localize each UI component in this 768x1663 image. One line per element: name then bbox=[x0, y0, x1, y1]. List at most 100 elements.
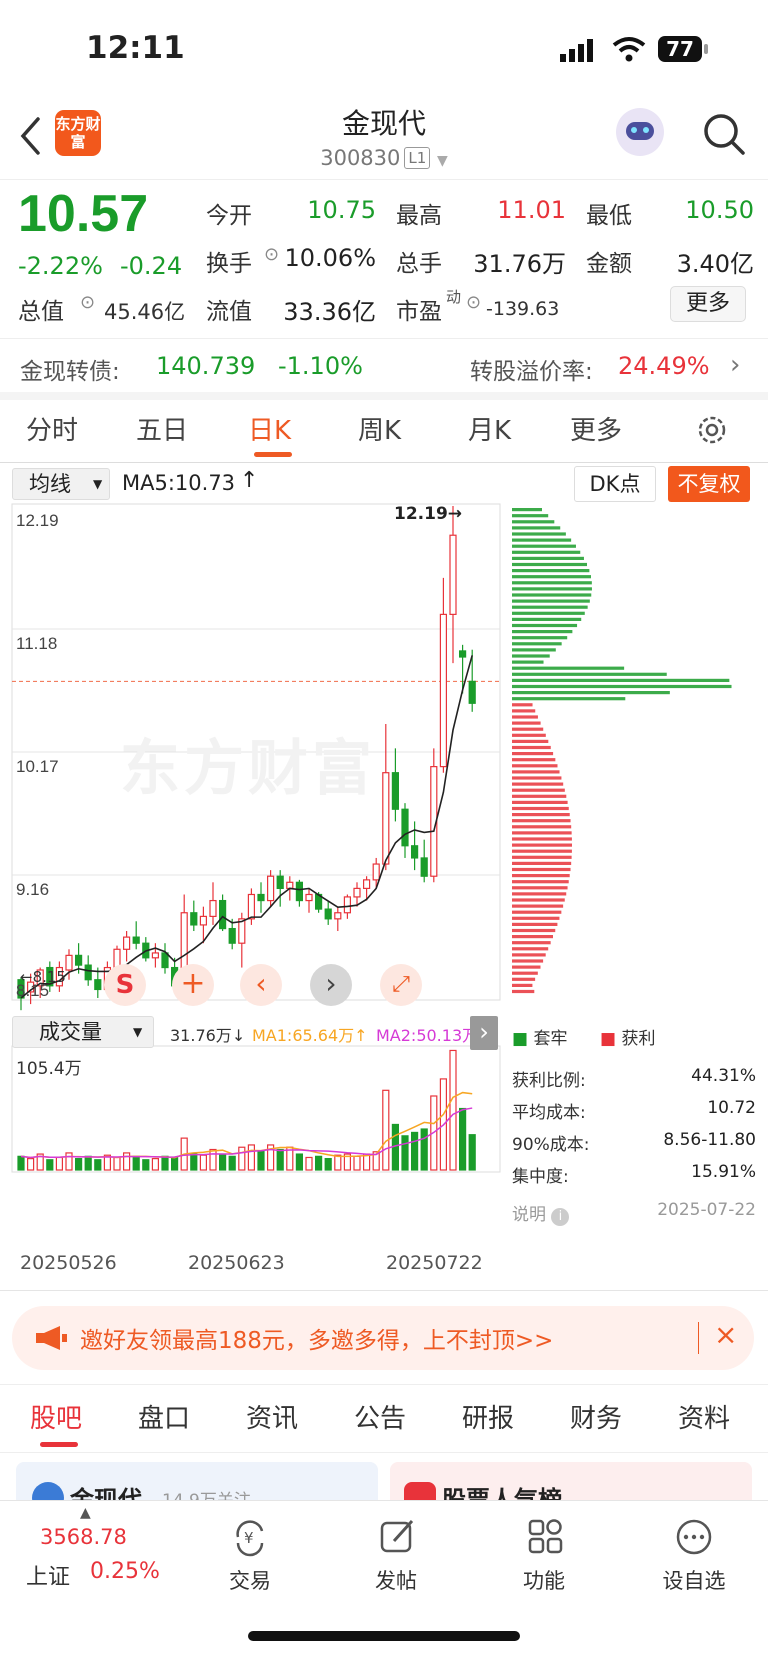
close-icon[interactable]: × bbox=[714, 1318, 737, 1351]
volume-bar bbox=[459, 1107, 467, 1171]
level-badge: L1 bbox=[404, 147, 431, 169]
more-button[interactable]: 更多 bbox=[670, 286, 746, 322]
trade-label: 交易 bbox=[229, 1569, 271, 1593]
next-icon[interactable]: › bbox=[310, 964, 352, 1006]
candle-body bbox=[247, 893, 255, 920]
chip-bar bbox=[512, 703, 533, 707]
no-adjust-button[interactable]: 不复权 bbox=[668, 466, 750, 502]
chip-bar bbox=[512, 874, 570, 878]
chip-bar bbox=[512, 904, 564, 908]
chip-bar bbox=[512, 880, 569, 884]
chip-bar bbox=[512, 752, 554, 756]
chip-bar bbox=[512, 617, 582, 621]
chip-bar bbox=[512, 684, 732, 689]
chip-bar bbox=[512, 709, 536, 713]
settings-icon[interactable] bbox=[694, 412, 730, 448]
candle-body bbox=[132, 936, 140, 944]
open-value: 10.75 bbox=[307, 196, 376, 224]
volume-bar bbox=[257, 1150, 265, 1171]
tab-finance[interactable]: 财务 bbox=[570, 1398, 622, 1435]
tab-news[interactable]: 资讯 bbox=[246, 1398, 298, 1435]
chip-bar bbox=[512, 636, 568, 640]
volume-bar bbox=[161, 1155, 169, 1171]
robot-assistant-icon[interactable] bbox=[616, 108, 664, 156]
chip-bar bbox=[512, 788, 565, 792]
change-amount: -0.24 bbox=[120, 252, 183, 280]
candle-body bbox=[343, 896, 351, 914]
chip-bar bbox=[512, 837, 572, 841]
chip-bar bbox=[512, 538, 572, 542]
search-icon[interactable] bbox=[702, 112, 746, 156]
status-bar: 12:11 77 bbox=[0, 0, 768, 100]
chip-bar bbox=[512, 611, 585, 615]
volume-bar bbox=[276, 1148, 284, 1171]
info-dots-icon[interactable]: ⊙ bbox=[466, 292, 481, 313]
y-tick-label: 12.19 bbox=[16, 511, 59, 530]
index-value[interactable]: 3568.78 bbox=[40, 1525, 127, 1549]
prev-icon[interactable]: ‹ bbox=[240, 964, 282, 1006]
dk-point-button[interactable]: DK点 bbox=[574, 466, 656, 502]
tab-profile[interactable]: 资料 bbox=[678, 1398, 730, 1435]
chip-bar bbox=[512, 758, 556, 762]
volume-bar bbox=[334, 1154, 342, 1171]
volume-bar bbox=[420, 1128, 428, 1171]
date-label: 20250526 bbox=[20, 1252, 117, 1274]
ma-selector[interactable]: 均线 ▼ bbox=[12, 468, 110, 500]
chip-bar bbox=[512, 855, 572, 859]
ma5-value: MA5:10.73 bbox=[122, 471, 236, 495]
chip-bar bbox=[512, 562, 588, 567]
tab-daily-k[interactable]: 日K bbox=[248, 410, 291, 447]
zoom-in-icon[interactable]: + bbox=[172, 964, 214, 1006]
chip-bar bbox=[512, 989, 535, 994]
chip-bar bbox=[512, 800, 568, 804]
tab-guba[interactable]: 股吧 bbox=[30, 1398, 82, 1435]
float-label: 流值 bbox=[206, 299, 252, 325]
tab-intraday[interactable]: 分时 bbox=[26, 410, 78, 447]
volume-bar bbox=[27, 1158, 35, 1171]
sell-signal-icon[interactable]: S bbox=[104, 964, 146, 1006]
chip-bar bbox=[512, 715, 538, 719]
chip-date: 2025-07-22 bbox=[657, 1200, 756, 1220]
tab-indicator bbox=[254, 452, 292, 457]
divider bbox=[0, 338, 768, 339]
tab-more[interactable]: 更多 bbox=[570, 410, 622, 447]
candle-body bbox=[420, 857, 428, 877]
divider bbox=[698, 1322, 699, 1354]
low-value: 10.50 bbox=[685, 196, 754, 224]
volume-bar bbox=[315, 1155, 323, 1171]
note-link[interactable]: 说明 i bbox=[512, 1200, 570, 1226]
chip-bar bbox=[512, 806, 569, 811]
amount-value: 3.40亿 bbox=[676, 250, 754, 278]
chip-bar bbox=[512, 770, 560, 774]
candle-body bbox=[401, 808, 409, 847]
expand-right-icon[interactable]: › bbox=[470, 1016, 498, 1050]
banner-text: 邀好友领最高188元，多邀多得，上不封顶>> bbox=[80, 1328, 554, 1354]
info-icon: i bbox=[551, 1208, 570, 1226]
volume-value: 31.76万 bbox=[473, 250, 566, 278]
chip-bar bbox=[512, 843, 572, 847]
nav-bar: 东方财富 金现代 300830 L1 ▼ bbox=[0, 100, 768, 180]
tab-research[interactable]: 研报 bbox=[462, 1398, 514, 1435]
fullscreen-icon[interactable]: ⤢ bbox=[380, 964, 422, 1006]
candle-body bbox=[267, 875, 275, 902]
candle-body bbox=[324, 908, 332, 920]
chip-bar bbox=[512, 739, 549, 743]
home-indicator bbox=[248, 1631, 520, 1641]
tab-weekly-k[interactable]: 周K bbox=[358, 410, 401, 447]
chip-bar bbox=[512, 642, 562, 646]
divider bbox=[0, 462, 768, 463]
volume-bar bbox=[295, 1153, 303, 1171]
volume-selector[interactable]: 成交量 ▼ bbox=[12, 1016, 154, 1048]
dk-label: DK点 bbox=[589, 472, 641, 496]
tab-announcements[interactable]: 公告 bbox=[354, 1398, 406, 1435]
tab-5day[interactable]: 五日 bbox=[136, 410, 188, 447]
edit-icon bbox=[380, 1519, 414, 1553]
volume-label: 总手 bbox=[396, 251, 442, 277]
invite-banner[interactable]: 邀好友领最高188元，多邀多得，上不封顶>> × bbox=[12, 1306, 754, 1370]
tab-order-book[interactable]: 盘口 bbox=[138, 1398, 190, 1435]
chip-bar bbox=[512, 569, 590, 573]
chip-bar bbox=[512, 648, 556, 652]
volume-bar bbox=[411, 1131, 419, 1171]
info-dots-icon[interactable]: ⊙ bbox=[80, 292, 95, 313]
tab-monthly-k[interactable]: 月K bbox=[468, 410, 511, 447]
